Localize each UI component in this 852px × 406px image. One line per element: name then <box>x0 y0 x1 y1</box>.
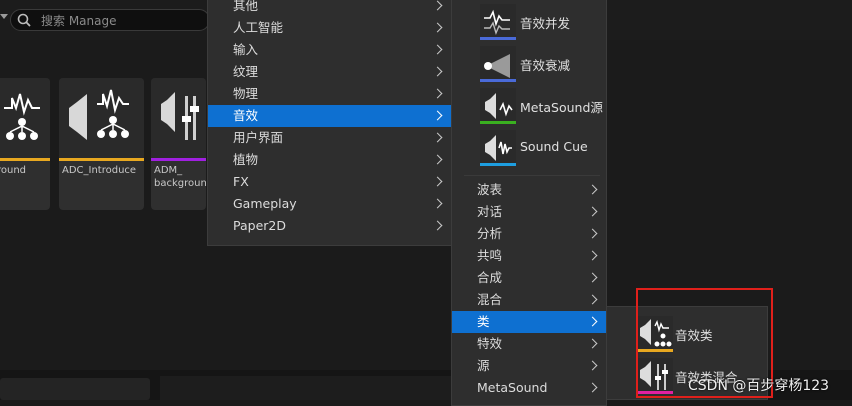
asset-label: ADM_ backgroun <box>154 165 206 189</box>
menu-item-foliage[interactable]: 植物 <box>208 149 451 171</box>
asset-type-bar <box>480 79 516 82</box>
menu-item-dialogue[interactable]: 对话 <box>452 201 606 223</box>
sound-mix-icon <box>151 78 206 158</box>
menu-item-metasound[interactable]: MetaSound <box>452 377 606 399</box>
search-box[interactable] <box>10 9 213 31</box>
chevron-right-icon <box>432 132 443 143</box>
menu-item-ai[interactable]: 人工智能 <box>208 17 451 39</box>
chevron-right-icon <box>587 272 598 283</box>
chevron-right-icon <box>432 88 443 99</box>
menu-item-effects[interactable]: 特效 <box>452 333 606 355</box>
menu-item-class[interactable]: 类 <box>452 311 606 333</box>
menu-item-sound-attenuation[interactable]: 音效衰减 <box>452 43 606 85</box>
menu-item-gameplay[interactable]: Gameplay <box>208 193 451 215</box>
menu-item-audio[interactable]: 音效 <box>208 105 451 127</box>
chevron-right-icon <box>432 44 443 55</box>
sound-concurrency-icon <box>480 4 516 40</box>
asset-tile[interactable]: ADC_Introduce <box>59 78 144 210</box>
asset-type-bar <box>480 163 516 166</box>
asset-type-bar <box>0 158 50 161</box>
chevron-right-icon <box>432 176 443 187</box>
asset-label: ADC_Introduce <box>62 165 137 176</box>
menu-item-sound-cue[interactable]: Sound Cue <box>452 127 606 169</box>
chevron-right-icon <box>432 66 443 77</box>
sound-attenuation-icon <box>480 46 516 82</box>
menu-item-metasound-source[interactable]: MetaSound源 <box>452 85 606 127</box>
bottom-tab[interactable] <box>0 378 150 400</box>
chevron-right-icon <box>587 184 598 195</box>
chevron-right-icon <box>432 198 443 209</box>
menu-item-fx[interactable]: FX <box>208 171 451 193</box>
chevron-right-icon <box>587 228 598 239</box>
sound-cue-icon <box>480 130 516 166</box>
chevron-right-icon <box>432 0 443 11</box>
watermark: CSDN @百步穿杨123 <box>688 378 830 394</box>
chevron-right-icon <box>432 154 443 165</box>
search-icon <box>17 13 31 27</box>
menu-item-ui[interactable]: 用户界面 <box>208 127 451 149</box>
menu-item-source[interactable]: 源 <box>452 355 606 377</box>
asset-tile[interactable]: round <box>0 78 50 210</box>
search-input[interactable] <box>39 12 213 30</box>
asset-tile[interactable]: ADM_ backgroun <box>151 78 206 210</box>
menu-separator <box>464 175 600 176</box>
asset-type-bar <box>151 158 206 161</box>
asset-type-bar <box>480 37 516 40</box>
chevron-right-icon <box>587 206 598 217</box>
category-menu: 其他 人工智能 输入 纹理 物理 音效 用户界面 植物 FX Gameplay … <box>207 0 452 246</box>
chevron-right-icon <box>587 250 598 261</box>
menu-item-wavetable[interactable]: 波表 <box>452 179 606 201</box>
chevron-right-icon <box>432 110 443 121</box>
audio-menu: 音效并发 音效衰减 MetaSound源 Sound Cue 波表 对话 分析 … <box>451 0 607 406</box>
menu-item-resonance[interactable]: 共鸣 <box>452 245 606 267</box>
chevron-right-icon <box>587 338 598 349</box>
menu-item-sound-concurrency[interactable]: 音效并发 <box>452 1 606 43</box>
menu-item-paper2d[interactable]: Paper2D <box>208 215 451 237</box>
bottom-area <box>160 376 460 400</box>
asset-type-bar <box>480 121 516 124</box>
asset-label: round <box>0 165 27 176</box>
chevron-right-icon <box>432 22 443 33</box>
menu-item-input[interactable]: 输入 <box>208 39 451 61</box>
menu-item-analysis[interactable]: 分析 <box>452 223 606 245</box>
menu-item-mix[interactable]: 混合 <box>452 289 606 311</box>
asset-type-bar <box>59 158 144 161</box>
sound-cue-icon <box>0 78 50 158</box>
chevron-right-icon <box>432 220 443 231</box>
menu-item-texture[interactable]: 纹理 <box>208 61 451 83</box>
chevron-right-icon <box>587 294 598 305</box>
chevron-right-icon <box>587 316 598 327</box>
chevron-right-icon <box>587 382 598 393</box>
menu-item-physics[interactable]: 物理 <box>208 83 451 105</box>
chevron-down-icon[interactable] <box>0 14 8 19</box>
chevron-right-icon <box>587 360 598 371</box>
menu-item-other[interactable]: 其他 <box>208 0 451 17</box>
menu-item-synthesis[interactable]: 合成 <box>452 267 606 289</box>
sound-class-icon <box>59 78 144 158</box>
metasound-source-icon <box>480 88 516 124</box>
